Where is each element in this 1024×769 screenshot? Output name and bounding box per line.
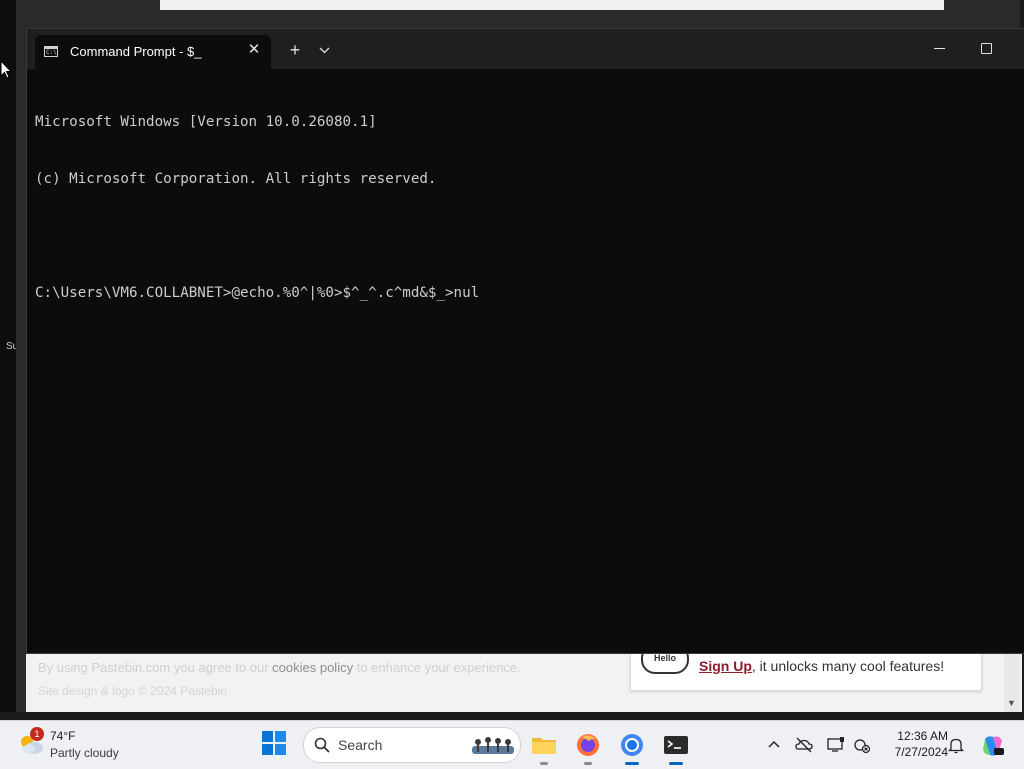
command-prompt-icon: C:\ (44, 46, 58, 57)
folder-icon (532, 738, 556, 754)
terminal-titlebar[interactable]: C:\ Command Prompt - $_ ✕ + (27, 29, 1024, 69)
footer-copyright: Site design & logo © 2024 Pastebin (38, 684, 227, 698)
background-browser-topbar (160, 0, 944, 10)
taskbar-app-chrome[interactable] (616, 729, 648, 765)
tab-title: Command Prompt - $_ (70, 44, 202, 59)
taskbar-search[interactable]: Search (303, 727, 521, 763)
console-prompt-line: C:\Users\VM6.COLLABNET>@echo.%0^|%0>$^_^… (35, 285, 480, 301)
taskbar-app-terminal[interactable] (660, 729, 692, 765)
signup-link[interactable]: Sign Up (699, 658, 752, 674)
search-icon (314, 737, 330, 753)
taskbar-clock[interactable]: 12:36 AM 7/27/2024 (878, 729, 948, 759)
windows-logo-icon (262, 731, 286, 755)
cookies-policy-link[interactable]: cookies policy (272, 660, 353, 675)
minimize-icon[interactable] (925, 37, 955, 61)
taskbar-app-firefox[interactable] (572, 729, 604, 765)
onedrive-offline-icon[interactable] (794, 735, 814, 755)
app-running-indicator (540, 762, 548, 765)
taskbar-app-file-explorer[interactable] (528, 729, 560, 765)
signup-text-rest: , it unlocks many cool features! (751, 658, 945, 674)
clock-time: 12:36 AM (897, 729, 948, 743)
search-label: Search (338, 737, 383, 753)
terminal-window: C:\ Command Prompt - $_ ✕ + Microsoft Wi… (26, 28, 1024, 654)
background-page-footer: By using Pastebin.com you agree to our c… (26, 644, 1022, 712)
app-running-indicator (584, 762, 592, 765)
clock-date: 7/27/2024 (894, 745, 948, 759)
console-line: Microsoft Windows [Version 10.0.26080.1] (35, 114, 377, 130)
taskbar: 1 74°F Partly cloudy Search 12:36 AM 7/2… (0, 720, 1024, 769)
app-active-indicator (625, 762, 639, 765)
footer-cookie-notice: By using Pastebin.com you agree to our c… (38, 660, 521, 675)
weather-widget[interactable]: 1 74°F Partly cloudy (16, 727, 136, 763)
console-line: (c) Microsoft Corporation. All rights re… (35, 171, 437, 187)
app-active-indicator (669, 762, 683, 765)
firefox-icon (577, 734, 599, 756)
close-tab-icon[interactable]: ✕ (245, 41, 263, 59)
signup-text: Sign Up, it unlocks many cool features! (699, 658, 944, 674)
network-disconnected-icon[interactable] (852, 735, 872, 755)
footer-text-end: to enhance your experience. (356, 660, 521, 675)
new-tab-icon[interactable]: + (285, 41, 305, 61)
background-scrollbar[interactable]: ▼ (1004, 652, 1020, 712)
mouse-cursor-icon (0, 60, 12, 79)
maximize-icon[interactable] (971, 37, 1001, 61)
command-prompt-icon-text: C:\ (46, 49, 57, 56)
tab-command-prompt[interactable]: C:\ Command Prompt - $_ ✕ (35, 35, 271, 69)
terminal-icon (664, 736, 688, 754)
system-tray (760, 721, 872, 769)
copilot-icon[interactable] (980, 733, 1006, 759)
start-button[interactable] (262, 731, 290, 759)
weather-temperature: 74°F (50, 729, 76, 743)
signup-banner: Hello Sign Up, it unlocks many cool feat… (630, 644, 982, 691)
chrome-icon (621, 734, 643, 756)
console-output[interactable]: Microsoft Windows [Version 10.0.26080.1]… (35, 75, 1017, 645)
notification-bell-icon[interactable] (946, 735, 966, 755)
search-highlight-illustration-icon (472, 737, 514, 754)
chevron-down-icon[interactable] (315, 41, 335, 61)
weather-notification-badge: 1 (30, 727, 44, 741)
weather-description: Partly cloudy (50, 746, 119, 760)
scroll-down-icon[interactable]: ▼ (1007, 698, 1016, 708)
display-icon[interactable] (826, 735, 846, 755)
show-hidden-icons-chevron-icon[interactable] (764, 735, 784, 755)
desktop-left-strip: Su (0, 0, 18, 712)
footer-text: By using Pastebin.com you agree to our (38, 660, 269, 675)
